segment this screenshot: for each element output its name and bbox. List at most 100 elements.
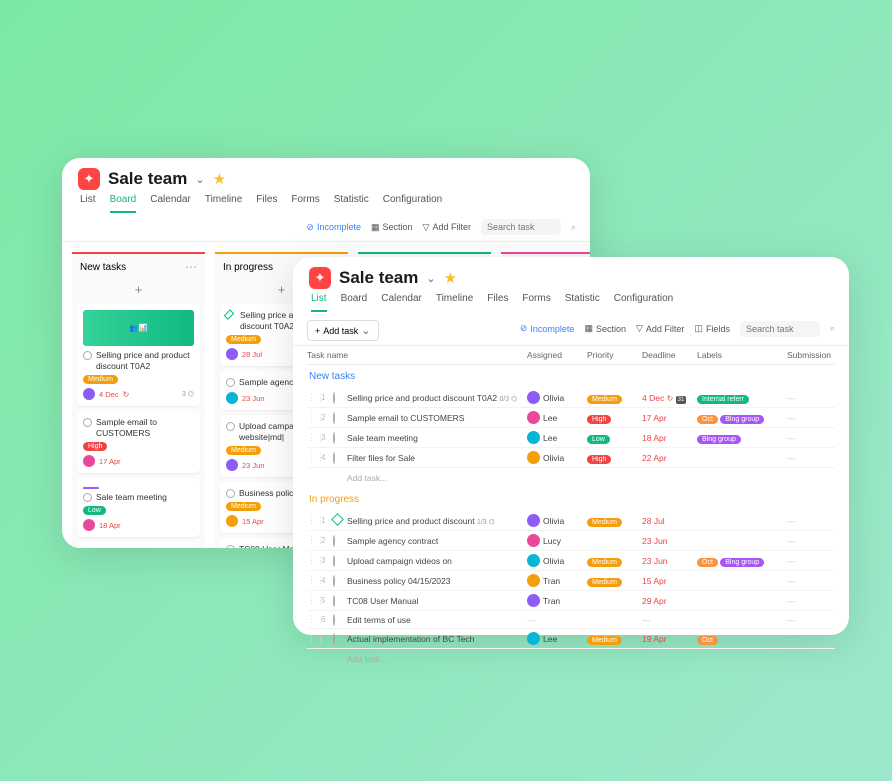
tab-files[interactable]: Files bbox=[256, 194, 277, 213]
drag-handle[interactable]: ⋮⋮ bbox=[307, 555, 321, 566]
drag-handle[interactable]: ⋮⋮ bbox=[307, 412, 321, 423]
column-title: New tasks bbox=[80, 262, 126, 273]
tab-configuration[interactable]: Configuration bbox=[614, 293, 673, 312]
submission: — bbox=[787, 596, 837, 606]
table-row[interactable]: ⋮⋮7Actual implementation of BC TechLeeMe… bbox=[307, 629, 835, 649]
priority-badge: Medium bbox=[226, 335, 261, 344]
task-card[interactable]: Sample email to CUSTOMERS High 17 Apr bbox=[77, 411, 200, 473]
drag-handle[interactable]: ⋮⋮ bbox=[307, 595, 321, 606]
tab-timeline[interactable]: Timeline bbox=[205, 194, 242, 213]
tab-forms[interactable]: Forms bbox=[291, 194, 319, 213]
task-card[interactable]: Sale team meeting Low 18 Apr bbox=[77, 478, 200, 537]
tab-forms[interactable]: Forms bbox=[522, 293, 550, 312]
check-icon[interactable] bbox=[333, 614, 335, 626]
star-icon[interactable]: ★ bbox=[213, 170, 226, 188]
incomplete-filter[interactable]: ⊘ Incomplete bbox=[520, 323, 575, 334]
check-icon[interactable] bbox=[333, 412, 335, 424]
submission: — bbox=[787, 433, 837, 443]
project-logo-icon: ✦ bbox=[78, 168, 100, 190]
section-button[interactable]: ▦ Section bbox=[371, 222, 413, 233]
section-new-tasks[interactable]: New tasks bbox=[307, 365, 835, 388]
tab-statistic[interactable]: Statistic bbox=[334, 194, 369, 213]
check-icon[interactable] bbox=[83, 418, 92, 427]
table-row[interactable]: ⋮⋮5TC08 User ManualTran29 Apr— bbox=[307, 591, 835, 611]
drag-handle[interactable]: ⋮⋮ bbox=[307, 432, 321, 443]
tab-timeline[interactable]: Timeline bbox=[436, 293, 473, 312]
add-card-button[interactable]: + bbox=[72, 280, 205, 299]
check-icon[interactable] bbox=[226, 378, 235, 387]
table-row[interactable]: ⋮⋮3Upload campaign videos onOliviaMedium… bbox=[307, 551, 835, 571]
drag-handle[interactable]: ⋮⋮ bbox=[307, 452, 321, 463]
drag-handle[interactable]: ⋮⋮ bbox=[307, 515, 321, 526]
task-title: Selling price and product discount 1/3 ⌬ bbox=[347, 516, 527, 526]
table-row[interactable]: ⋮⋮4Business policy 04/15/2023TranMedium1… bbox=[307, 571, 835, 591]
check-icon[interactable] bbox=[333, 452, 335, 464]
task-card[interactable]: Filter files for Sale High 22 Apr bbox=[77, 542, 200, 548]
table-row[interactable]: ⋮⋮6Edit terms of use——— bbox=[307, 611, 835, 629]
check-icon[interactable] bbox=[83, 493, 92, 502]
search-icon[interactable]: ⌕ bbox=[830, 323, 835, 334]
tab-statistic[interactable]: Statistic bbox=[565, 293, 600, 312]
star-icon[interactable]: ★ bbox=[444, 269, 457, 287]
tab-board[interactable]: Board bbox=[110, 194, 137, 213]
row-index: 2 bbox=[321, 413, 333, 422]
subtask-count: 3 ⌬ bbox=[182, 390, 194, 398]
chevron-down-icon[interactable]: ⌄ bbox=[195, 173, 204, 186]
table-row[interactable]: ⋮⋮4Filter files for SaleOliviaHigh22 Apr… bbox=[307, 448, 835, 468]
table-row[interactable]: ⋮⋮3Sale team meetingLeeLow18 AprBlng gro… bbox=[307, 428, 835, 448]
section-in-progress[interactable]: In progress bbox=[307, 488, 835, 511]
drag-handle[interactable]: ⋮⋮ bbox=[307, 614, 321, 625]
check-icon[interactable] bbox=[226, 545, 235, 548]
drag-handle[interactable]: ⋮⋮ bbox=[307, 535, 321, 546]
fields-button[interactable]: ◫ Fields bbox=[694, 323, 730, 334]
row-index: 1 bbox=[321, 393, 333, 402]
tab-files[interactable]: Files bbox=[487, 293, 508, 312]
drag-handle[interactable]: ⋮⋮ bbox=[307, 575, 321, 586]
check-icon[interactable] bbox=[333, 595, 335, 607]
table-row[interactable]: ⋮⋮1Selling price and product discount T0… bbox=[307, 388, 835, 408]
chevron-down-icon[interactable]: ⌄ bbox=[426, 272, 435, 285]
search-icon[interactable]: ⌕ bbox=[571, 222, 576, 233]
avatar bbox=[527, 574, 540, 587]
drag-handle[interactable]: ⋮⋮ bbox=[307, 633, 321, 644]
task-title: Upload campaign videos on bbox=[347, 556, 527, 566]
drag-handle[interactable]: ⋮⋮ bbox=[307, 392, 321, 403]
check-icon[interactable] bbox=[83, 351, 92, 360]
tab-configuration[interactable]: Configuration bbox=[383, 194, 442, 213]
search-input[interactable] bbox=[740, 321, 820, 337]
section-button[interactable]: ▦ Section bbox=[584, 323, 626, 334]
check-icon[interactable] bbox=[226, 489, 235, 498]
check-icon[interactable] bbox=[333, 555, 335, 567]
check-icon[interactable] bbox=[333, 633, 335, 645]
avatar bbox=[527, 391, 540, 404]
table-row[interactable]: ⋮⋮1Selling price and product discount 1/… bbox=[307, 511, 835, 531]
tab-list[interactable]: List bbox=[80, 194, 96, 213]
add-task-button[interactable]: + Add task ⌄ bbox=[307, 320, 379, 341]
milestone-icon bbox=[331, 513, 344, 526]
incomplete-filter[interactable]: ⊘ Incomplete bbox=[306, 222, 361, 233]
tab-board[interactable]: Board bbox=[341, 293, 368, 312]
assignee: Lee bbox=[543, 413, 557, 423]
check-icon[interactable] bbox=[333, 432, 335, 444]
label-oct: Oct bbox=[697, 558, 718, 567]
table-row[interactable]: ⋮⋮2Sample email to CUSTOMERSLeeHigh17 Ap… bbox=[307, 408, 835, 428]
task-title: Sample email to CUSTOMERS bbox=[347, 413, 527, 423]
table-row[interactable]: ⋮⋮2Sample agency contractLucy23 Jun— bbox=[307, 531, 835, 551]
check-icon[interactable] bbox=[333, 535, 335, 547]
task-card[interactable]: 👥📊 Selling price and product discount T0… bbox=[77, 304, 200, 406]
search-input[interactable] bbox=[481, 219, 561, 235]
add-filter-button[interactable]: ▽ Add Filter bbox=[636, 323, 684, 334]
tab-calendar[interactable]: Calendar bbox=[150, 194, 191, 213]
check-icon[interactable] bbox=[333, 575, 335, 587]
check-icon[interactable] bbox=[226, 422, 235, 431]
priority-badge: High bbox=[587, 415, 611, 424]
add-task-inline[interactable]: Add task... bbox=[307, 468, 835, 488]
add-task-inline[interactable]: Add task... bbox=[307, 649, 835, 669]
avatar bbox=[226, 348, 238, 360]
avatar bbox=[226, 392, 238, 404]
check-icon[interactable] bbox=[333, 392, 335, 404]
add-filter-button[interactable]: ▽ Add Filter bbox=[423, 222, 471, 233]
tab-calendar[interactable]: Calendar bbox=[381, 293, 422, 312]
more-icon[interactable]: ⋯ bbox=[185, 260, 197, 274]
tab-list[interactable]: List bbox=[311, 293, 327, 312]
